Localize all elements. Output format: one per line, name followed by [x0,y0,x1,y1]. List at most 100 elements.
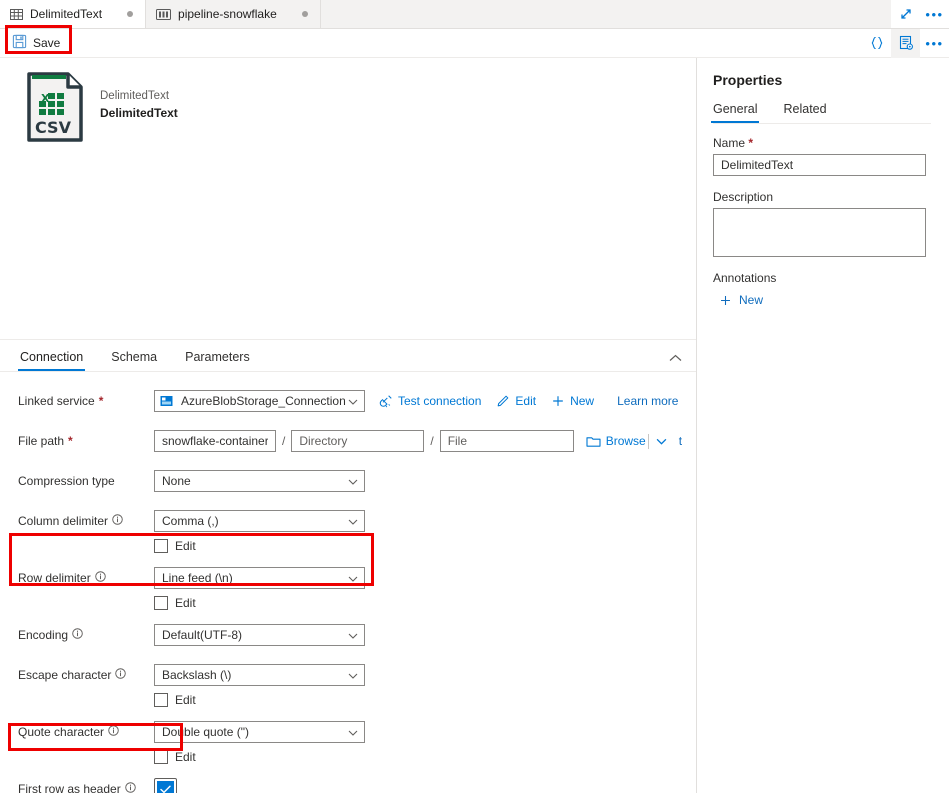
linked-service-value: AzureBlobStorage_Connection [154,390,365,412]
tab-general[interactable]: General [710,102,760,123]
command-overflow-menu[interactable]: ••• [920,29,949,58]
divider [647,433,649,449]
escape-character-label: Escape character [18,664,154,682]
connection-form: Linked service * AzureBlobStorage_Connect… [0,372,696,793]
new-annotation-button[interactable]: New [719,293,931,307]
script-settings-icon [899,35,913,50]
info-icon[interactable] [124,782,136,793]
save-button[interactable]: Save [4,31,72,55]
browse-options-chevron[interactable] [656,438,667,445]
field-escape-character: Escape character Backslash (\) Edit [0,664,696,707]
test-connection-button[interactable]: Test connection [379,394,490,408]
field-file-path: File path* / / Browse [0,430,696,452]
tab-connection[interactable]: Connection [18,350,86,371]
learn-more-link[interactable]: Learn more [617,394,678,408]
quote-character-edit-row: Edit [154,750,365,764]
compression-type-dropdown[interactable]: None [154,470,365,492]
edit-linked-service-button[interactable]: Edit [496,394,545,408]
field-compression-type: Compression type None [0,470,696,492]
main-layout: X CSV DelimitedText DelimitedText Connec… [0,58,949,793]
tab-pipeline-snowflake[interactable]: pipeline-snowflake [146,0,321,28]
dataset-editor-pane: X CSV DelimitedText DelimitedText Connec… [0,58,697,793]
file-path-actions: Browse t [586,433,682,449]
tab-label: pipeline-snowflake [178,7,277,21]
description-textarea[interactable] [713,208,926,257]
chevron-down-icon [656,438,667,445]
ellipsis-icon: ••• [925,6,944,22]
column-delimiter-edit-checkbox[interactable] [154,539,168,553]
quote-character-dropdown[interactable]: Double quote (") [154,721,365,743]
compression-type-value: None [154,470,365,492]
script-settings-button[interactable] [891,28,920,58]
escape-character-value: Backslash (\) [154,664,365,686]
info-icon[interactable] [94,571,106,585]
file-path-container-input[interactable] [154,430,276,452]
field-linked-service: Linked service * AzureBlobStorage_Connect… [0,390,696,412]
first-row-as-header-label: First row as header [18,778,154,793]
tab-parameters[interactable]: Parameters [183,350,252,371]
properties-pane: Properties General Related Name * Descri… [697,58,949,793]
compression-type-label: Compression type [18,474,115,488]
properties-title: Properties [713,72,783,88]
truncated-link[interactable]: t [679,434,682,448]
expand-diagonal-icon[interactable] [891,0,920,29]
save-floppy-icon [12,34,27,52]
edit-label: Edit [175,750,196,764]
escape-character-edit-checkbox[interactable] [154,693,168,707]
row-delimiter-dropdown[interactable]: Line feed (\n) [154,567,365,589]
column-delimiter-dropdown[interactable]: Comma (,) [154,510,365,532]
edit-label: Edit [515,394,537,408]
first-row-as-header-checkbox-wrapper [154,778,177,793]
entity-type-label: DelimitedText [100,90,170,102]
tab-bar-actions: ••• [891,0,949,28]
test-connection-label: Test connection [398,394,482,408]
pipeline-icon [156,8,172,20]
info-icon[interactable] [112,514,123,528]
new-linked-service-button[interactable]: New [551,394,603,408]
file-path-file-input[interactable] [439,430,574,452]
field-column-delimiter: Column delimiter Comma (,) Edit [0,510,696,553]
quote-character-edit-checkbox[interactable] [154,750,168,764]
info-icon[interactable] [115,668,127,682]
info-icon[interactable] [108,725,119,739]
info-icon[interactable] [72,628,83,642]
encoding-dropdown[interactable]: Default(UTF-8) [154,624,365,646]
first-row-as-header-checkbox[interactable] [157,781,174,793]
row-delimiter-edit-checkbox[interactable] [154,596,168,610]
plus-icon [721,295,730,305]
row-delimiter-edit-row: Edit [154,596,365,610]
annotations-label: Annotations [713,271,777,285]
escape-character-dropdown[interactable]: Backslash (\) [154,664,365,686]
browse-label: Browse [605,434,646,448]
column-delimiter-value: Comma (,) [154,510,365,532]
entity-name-label: DelimitedText [100,106,178,120]
command-bar: Save ••• [0,28,949,58]
csv-file-icon: X CSV [26,72,84,142]
tab-overflow-menu[interactable]: ••• [920,0,949,29]
description-field-label: Description [713,190,774,204]
row-delimiter-value: Line feed (\n) [154,567,365,589]
code-view-button[interactable] [862,29,891,58]
column-delimiter-label: Column delimiter [18,510,154,528]
tab-schema[interactable]: Schema [109,350,159,371]
folder-icon [586,436,601,447]
plus-icon [553,396,563,406]
dataset-subtabs: Connection Schema Parameters [0,340,696,372]
field-first-row-as-header: First row as header [0,778,696,793]
linked-service-dropdown[interactable]: AzureBlobStorage_Connection [154,390,365,412]
browse-button[interactable]: Browse [586,434,646,448]
name-input[interactable] [713,154,926,176]
encoding-label: Encoding [18,624,154,642]
row-delimiter-label: Row delimiter [18,567,154,585]
file-path-directory-input[interactable] [291,430,425,452]
field-quote-character: Quote character Double quote (") Edit [0,721,696,764]
linked-service-label: Linked service * [18,394,104,408]
tab-related[interactable]: Related [783,102,826,123]
file-path-label: File path * [18,434,73,448]
pencil-icon [498,395,509,407]
tab-delimitedtext[interactable]: DelimitedText [0,0,147,28]
tab-modified-dot [127,11,134,17]
chevron-up-icon[interactable] [669,351,682,365]
tab-label: DelimitedText [30,7,103,21]
field-encoding: Encoding Default(UTF-8) [0,624,696,646]
